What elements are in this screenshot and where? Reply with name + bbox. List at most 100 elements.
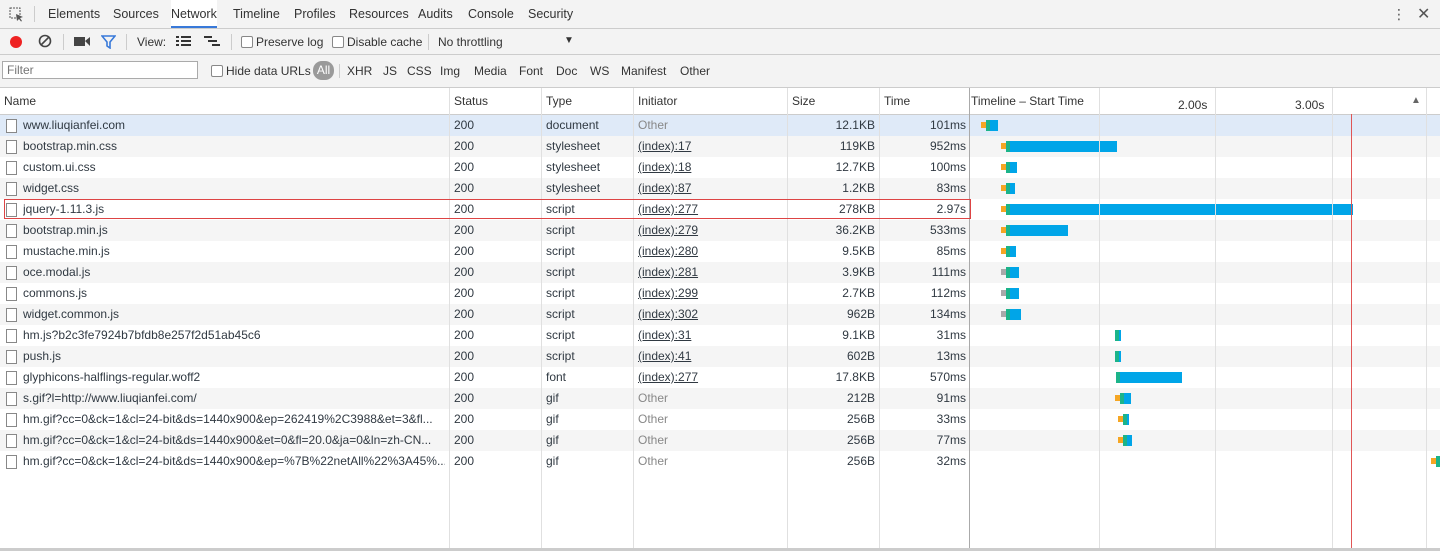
tab-profiles[interactable]: Profiles: [294, 0, 336, 28]
table-row[interactable]: widget.css 200 stylesheet (index):87 1.2KB 83…: [0, 178, 1440, 199]
waterfall-download-segment[interactable]: [1009, 246, 1016, 257]
more-options-icon[interactable]: ⋮: [1392, 6, 1406, 23]
cell-time: 32ms: [936, 454, 966, 468]
filter-icon[interactable]: [100, 35, 117, 52]
column-header-name[interactable]: Name: [0, 88, 449, 114]
cell-initiator[interactable]: (index):279: [638, 220, 784, 241]
table-row[interactable]: custom.ui.css 200 stylesheet (index):18 12.7…: [0, 157, 1440, 178]
record-button[interactable]: [10, 36, 22, 48]
cell-status: 200: [454, 391, 475, 405]
filter-input[interactable]: [2, 61, 198, 79]
tab-console[interactable]: Console: [468, 0, 514, 28]
cell-initiator[interactable]: (index):299: [638, 283, 784, 304]
load-event-marker: [1351, 114, 1352, 548]
overview-icon[interactable]: [204, 36, 220, 50]
waterfall-download-segment[interactable]: [1009, 162, 1018, 173]
tab-audits[interactable]: Audits: [418, 0, 453, 28]
cell-name: www.liuqianfei.com: [23, 118, 126, 132]
cell-status: 200: [454, 328, 475, 342]
waterfall-download-segment[interactable]: [1009, 225, 1069, 236]
table-row[interactable]: hm.gif?cc=0&ck=1&cl=24-bit&ds=1440x900&e…: [0, 451, 1440, 472]
column-header-size[interactable]: Size: [788, 88, 880, 114]
column-header-status[interactable]: Status: [450, 88, 542, 114]
cell-type: gif: [546, 433, 559, 447]
filter-type-xhr[interactable]: XHR: [347, 64, 372, 78]
file-icon: [6, 287, 17, 301]
preserve-log-checkbox[interactable]: [241, 36, 253, 48]
cell-initiator[interactable]: (index):302: [638, 304, 784, 325]
column-header-type[interactable]: Type: [542, 88, 634, 114]
tab-security[interactable]: Security: [528, 0, 573, 28]
table-row[interactable]: hm.gif?cc=0&ck=1&cl=24-bit&ds=1440x900&e…: [0, 409, 1440, 430]
filter-type-js[interactable]: JS: [383, 64, 397, 78]
waterfall-download-segment[interactable]: [1009, 204, 1354, 215]
waterfall-download-segment[interactable]: [1126, 435, 1132, 446]
cell-type: document: [546, 118, 599, 132]
column-header-time[interactable]: Time: [880, 88, 970, 114]
waterfall-download-segment[interactable]: [1009, 183, 1016, 194]
column-header-initiator[interactable]: Initiator: [634, 88, 788, 114]
filter-type-css[interactable]: CSS: [407, 64, 432, 78]
clear-icon[interactable]: [38, 34, 52, 51]
filter-type-ws[interactable]: WS: [590, 64, 609, 78]
table-row[interactable]: s.gif?l=http://www.liuqianfei.com/200 gif…: [0, 388, 1440, 409]
waterfall-download-segment[interactable]: [1009, 288, 1019, 299]
filter-type-img[interactable]: Img: [440, 64, 460, 78]
inspect-element-icon[interactable]: [9, 7, 24, 25]
cell-time: 533ms: [929, 223, 966, 237]
cell-initiator[interactable]: (index):31: [638, 325, 784, 346]
column-header-timeline[interactable]: Timeline – Start Time: [967, 88, 1101, 114]
large-rows-icon[interactable]: [176, 36, 191, 50]
tab-network[interactable]: Network: [171, 0, 217, 28]
tab-elements[interactable]: Elements: [48, 0, 100, 28]
table-row[interactable]: bootstrap.min.css 200 stylesheet (index):17…: [0, 136, 1440, 157]
table-row[interactable]: push.js 200 script (index):41 602B 13ms: [0, 346, 1440, 367]
filter-type-media[interactable]: Media: [474, 64, 507, 78]
table-row[interactable]: glyphicons-halflings-regular.woff2 200 fon…: [0, 367, 1440, 388]
cell-size: 256B: [846, 412, 875, 426]
table-row[interactable]: oce.modal.js 200 script (index):281 3.9KB 111…: [0, 262, 1440, 283]
waterfall-download-segment[interactable]: [1119, 372, 1183, 383]
table-row[interactable]: mustache.min.js 200 script (index):280 9.5KB…: [0, 241, 1440, 262]
waterfall-download-segment[interactable]: [1124, 393, 1132, 404]
timeline-tick-2s: 2.00s: [1178, 98, 1208, 112]
tab-resources[interactable]: Resources: [349, 0, 409, 28]
waterfall-download-segment[interactable]: [1126, 414, 1129, 425]
disable-cache-checkbox[interactable]: [332, 36, 344, 48]
table-row[interactable]: widget.common.js 200 script (index):302 962B…: [0, 304, 1440, 325]
cell-initiator[interactable]: (index):281: [638, 262, 784, 283]
file-icon: [6, 371, 17, 385]
waterfall-download-segment[interactable]: [1009, 309, 1022, 320]
filter-type-manifest[interactable]: Manifest: [621, 64, 666, 78]
table-row[interactable]: bootstrap.min.js 200 script (index):279 36.2…: [0, 220, 1440, 241]
waterfall-download-segment[interactable]: [1009, 141, 1118, 152]
cell-initiator[interactable]: (index):18: [638, 157, 784, 178]
tab-sources[interactable]: Sources: [113, 0, 159, 28]
cell-time: 77ms: [936, 433, 966, 447]
cell-initiator[interactable]: (index):277: [638, 367, 784, 388]
cell-initiator[interactable]: (index):87: [638, 178, 784, 199]
filter-type-doc[interactable]: Doc: [556, 64, 577, 78]
hide-data-urls-checkbox[interactable]: [211, 65, 223, 77]
table-row[interactable]: hm.gif?cc=0&ck=1&cl=24-bit&ds=1440x900&e…: [0, 430, 1440, 451]
close-devtools-icon[interactable]: ✕: [1417, 4, 1430, 24]
throttling-select[interactable]: No throttling ▼: [438, 35, 574, 49]
cell-size: 12.7KB: [835, 160, 875, 174]
table-row[interactable]: hm.js?b2c3fe7924b7bfdb8e257f2d51ab45c6 20…: [0, 325, 1440, 346]
waterfall-download-segment[interactable]: [1118, 330, 1121, 341]
table-row[interactable]: commons.js 200 script (index):299 2.7KB 112ms: [0, 283, 1440, 304]
tab-timeline[interactable]: Timeline: [233, 0, 280, 28]
filter-type-all[interactable]: All: [313, 61, 334, 80]
cell-type: stylesheet: [546, 160, 601, 174]
cell-initiator[interactable]: (index):17: [638, 136, 784, 157]
filter-type-other[interactable]: Other: [680, 64, 710, 78]
cell-name: push.js: [23, 349, 62, 363]
waterfall-download-segment[interactable]: [1009, 267, 1019, 278]
filter-type-font[interactable]: Font: [519, 64, 543, 78]
cell-initiator[interactable]: (index):280: [638, 241, 784, 262]
cell-initiator[interactable]: (index):41: [638, 346, 784, 367]
table-row[interactable]: www.liuqianfei.com 200 document Other 12.1KB…: [0, 115, 1440, 136]
waterfall-download-segment[interactable]: [1118, 351, 1121, 362]
waterfall-download-segment[interactable]: [989, 120, 998, 131]
capture-screenshots-icon[interactable]: [74, 36, 90, 50]
